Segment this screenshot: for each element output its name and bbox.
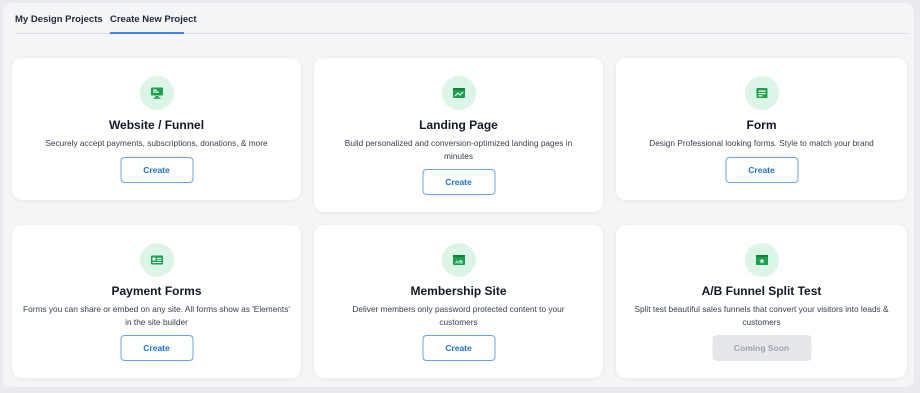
website-icon-badge: [139, 76, 174, 110]
svg-text:A/B: A/B: [455, 259, 464, 264]
card-description: Build personalized and conversion-optimi…: [344, 138, 573, 161]
card-description: Forms you can share or embed on any site…: [23, 304, 290, 327]
active-tab-indicator: [110, 32, 184, 34]
split-test-icon: [755, 255, 768, 265]
form-icon: [756, 88, 767, 98]
card-landing-page: Landing Page Build personalized and conv…: [314, 58, 603, 212]
payment-form-icon: [150, 255, 163, 265]
card-form: Form Design Professional looking forms. …: [616, 58, 907, 200]
create-website-funnel-button[interactable]: Create: [120, 157, 193, 183]
card-title: Form: [746, 118, 777, 132]
create-membership-site-button[interactable]: Create: [422, 335, 495, 361]
card-description: Design Professional looking forms. Style…: [649, 138, 874, 148]
card-title: A/B Funnel Split Test: [701, 284, 822, 298]
card-title: Website / Funnel: [108, 118, 205, 132]
website-icon: [150, 87, 163, 99]
card-title: Payment Forms: [111, 284, 202, 298]
create-payment-forms-button[interactable]: Create: [120, 335, 193, 361]
card-website-funnel: Website / Funnel Securely accept payment…: [12, 58, 301, 200]
card-description: Split test beautiful sales funnels that …: [634, 304, 889, 327]
coming-soon-button: Coming Soon: [712, 335, 811, 361]
main-panel: My Design Projects Create New Project We…: [3, 3, 914, 387]
payment-form-icon-badge: [139, 243, 174, 277]
landing-page-icon-badge: [441, 76, 476, 110]
card-description: Deliver members only password protected …: [352, 304, 565, 327]
create-form-button[interactable]: Create: [725, 157, 798, 183]
split-test-icon-badge: [744, 243, 779, 277]
landing-page-icon: [452, 88, 465, 98]
tab-bar: My Design Projects Create New Project: [15, 3, 909, 34]
card-ab-funnel-split-test: A/B Funnel Split Test Split test beautif…: [616, 225, 907, 378]
card-title: Landing Page: [419, 118, 498, 132]
card-payment-forms: Payment Forms Forms you can share or emb…: [12, 225, 301, 378]
card-description: Securely accept payments, subscriptions,…: [45, 138, 268, 148]
membership-icon-badge: A/B: [441, 243, 476, 277]
card-membership-site: A/B Membership Site Deliver members only…: [314, 225, 603, 378]
tab-create-new-project[interactable]: Create New Project: [110, 14, 197, 25]
form-icon-badge: [744, 76, 779, 110]
membership-icon: A/B: [452, 255, 465, 265]
tab-my-design-projects[interactable]: My Design Projects: [15, 14, 103, 25]
card-title: Membership Site: [410, 284, 507, 298]
create-landing-page-button[interactable]: Create: [422, 169, 495, 195]
